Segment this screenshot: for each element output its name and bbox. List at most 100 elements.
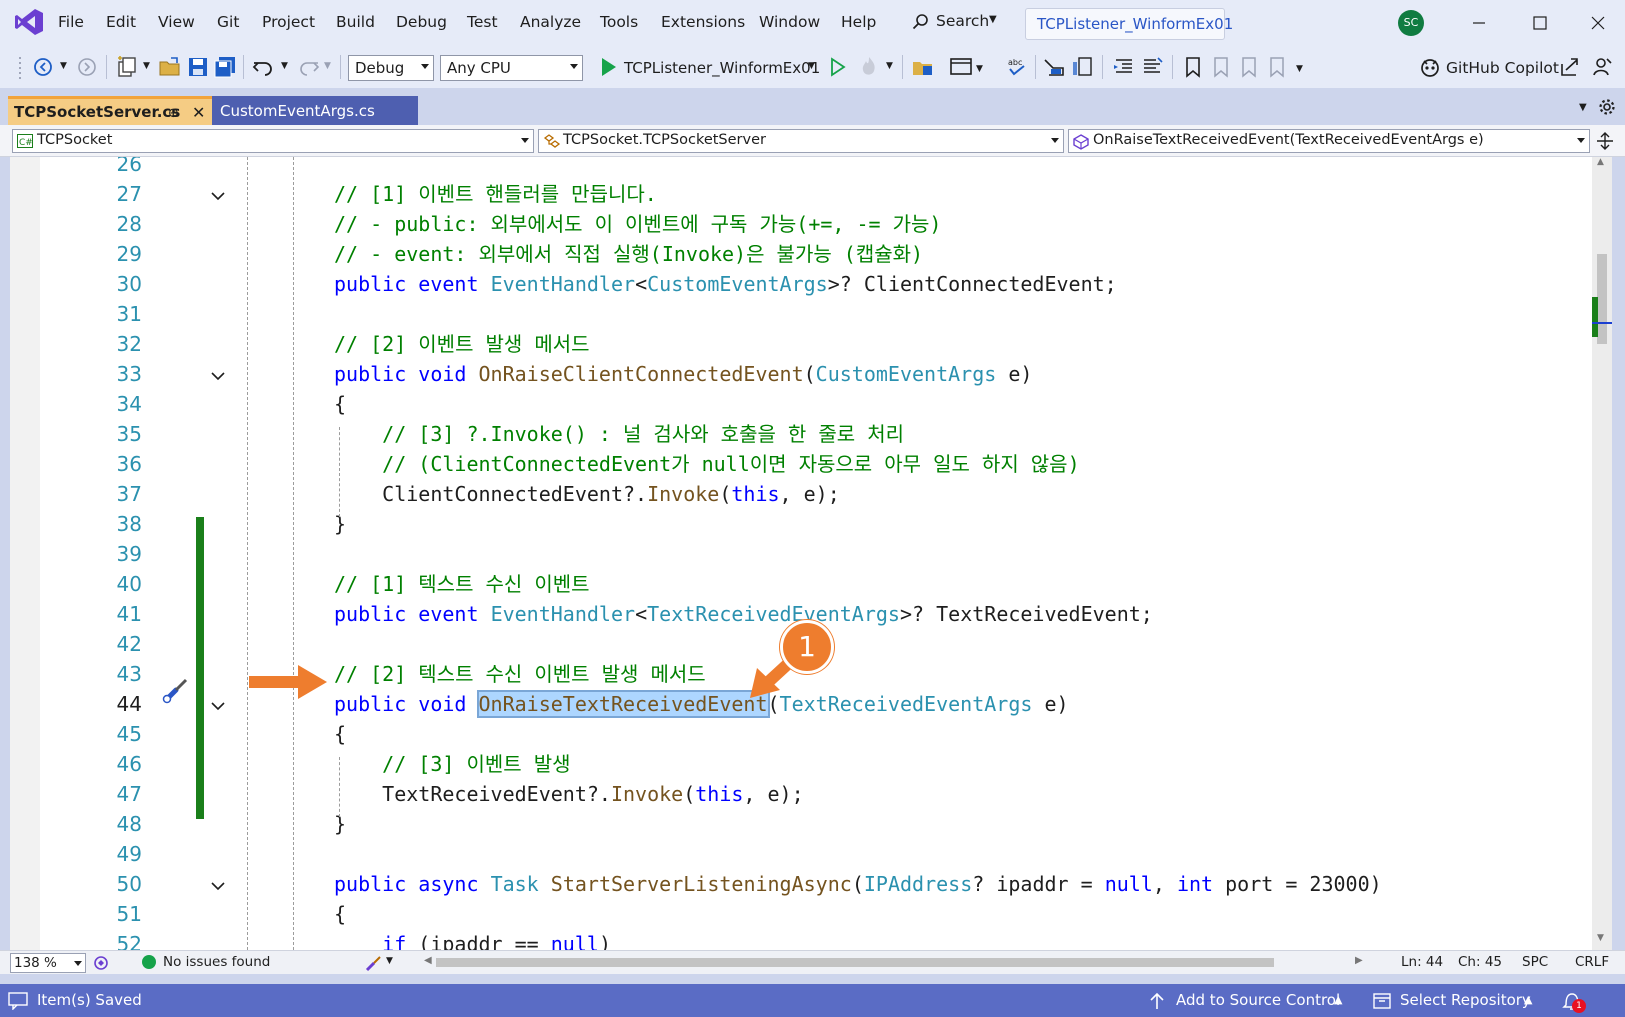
start-without-debugging-icon[interactable] [824, 54, 850, 80]
clear-bookmarks-icon[interactable] [1264, 54, 1290, 80]
feedback-icon[interactable] [1589, 54, 1615, 80]
search-button[interactable]: Search ▼ [910, 11, 1010, 35]
code-line[interactable]: } [334, 509, 346, 539]
line-ending-indicator[interactable]: CRLF [1575, 954, 1609, 970]
vertical-scrollbar[interactable]: ▲ ▼ [1592, 157, 1612, 950]
line-number[interactable]: 27 [70, 182, 142, 206]
code-line[interactable]: public async Task StartServerListeningAs… [334, 869, 1382, 899]
line-number[interactable]: 44 [70, 692, 142, 716]
menu-tools[interactable]: Tools [600, 13, 638, 31]
line-number[interactable]: 38 [70, 512, 142, 536]
line-number[interactable]: 28 [70, 212, 142, 236]
menu-file[interactable]: File [58, 13, 84, 31]
code-line[interactable]: // [1] 텍스트 수신 이벤트 [334, 569, 590, 599]
scroll-down-icon[interactable]: ▼ [1597, 933, 1604, 943]
browser-link-icon[interactable] [948, 54, 974, 80]
code-line[interactable]: // - public: 외부에서도 이 이벤트에 구독 가능(+=, -= 가… [334, 209, 941, 239]
menu-edit[interactable]: Edit [106, 13, 136, 31]
whitespace-indicator[interactable]: SPC [1522, 954, 1548, 970]
tab-customeventargs[interactable]: CustomEventArgs.cs [212, 96, 418, 125]
tab-tcpsocketserver[interactable]: TCPSocketServer.cs ⊕ ✕ [8, 96, 212, 125]
step-into-icon[interactable] [1041, 54, 1067, 80]
chevron-up-icon[interactable]: ▲ [1334, 993, 1342, 1006]
save-icon[interactable] [185, 54, 211, 80]
line-number[interactable]: 29 [70, 242, 142, 266]
line-number[interactable]: 43 [70, 662, 142, 686]
new-project-icon[interactable] [114, 54, 140, 80]
line-number[interactable]: 26 [70, 157, 142, 176]
menu-analyze[interactable]: Analyze [520, 13, 581, 31]
toolbar-overflow-icon[interactable]: ▼ [1296, 64, 1303, 74]
decrease-indent-icon[interactable] [1110, 54, 1136, 80]
collapse-chevron-icon[interactable] [211, 191, 225, 201]
code-line[interactable]: { [334, 899, 346, 929]
open-folder-icon[interactable] [157, 54, 183, 80]
undo-dropdown-icon[interactable]: ▼ [281, 61, 288, 71]
gear-icon[interactable] [1598, 98, 1616, 116]
collapse-chevron-icon[interactable] [211, 371, 225, 381]
navigate-forward-icon[interactable] [74, 54, 100, 80]
code-line[interactable]: ClientConnectedEvent?.Invoke(this, e); [334, 479, 840, 509]
code-line[interactable]: if (ipaddr == null) [334, 929, 611, 950]
back-dropdown-icon[interactable]: ▼ [60, 61, 67, 71]
start-target-dropdown-icon[interactable]: ▼ [808, 61, 815, 71]
collapse-chevron-icon[interactable] [211, 881, 225, 891]
member-dropdown[interactable]: OnRaiseTextReceivedEvent(TextReceivedEve… [1068, 129, 1590, 153]
undo-icon[interactable] [250, 54, 276, 80]
save-all-icon[interactable] [212, 54, 238, 80]
line-number[interactable]: 37 [70, 482, 142, 506]
layout-dropdown-icon[interactable]: ▼ [976, 64, 983, 74]
menu-extensions[interactable]: Extensions [661, 13, 745, 31]
previous-bookmark-icon[interactable] [1208, 54, 1234, 80]
horizontal-scrollbar-thumb[interactable] [436, 958, 1274, 967]
line-number[interactable]: 45 [70, 722, 142, 746]
quick-actions-icon[interactable] [160, 674, 192, 706]
navigate-back-icon[interactable] [30, 54, 56, 80]
menu-help[interactable]: Help [841, 13, 876, 31]
code-line[interactable]: // [3] ?.Invoke() : 널 검사와 호출을 한 줄로 처리 [334, 419, 904, 449]
line-number[interactable]: 52 [70, 932, 142, 950]
code-cleanup-dropdown-icon[interactable]: ▼ [386, 956, 393, 966]
line-number[interactable]: 31 [70, 302, 142, 326]
pin-icon[interactable]: ⊕ [168, 106, 179, 121]
solution-explorer-icon[interactable] [910, 54, 936, 80]
line-number[interactable]: 48 [70, 812, 142, 836]
avatar[interactable]: SC [1398, 10, 1424, 36]
line-number[interactable]: 46 [70, 752, 142, 776]
line-number[interactable]: 40 [70, 572, 142, 596]
line-number[interactable]: 41 [70, 602, 142, 626]
new-dropdown-icon[interactable]: ▼ [143, 61, 150, 71]
code-line[interactable]: { [334, 719, 346, 749]
menu-test[interactable]: Test [467, 13, 498, 31]
solution-configuration-select[interactable]: Debug [348, 55, 434, 81]
line-number[interactable]: 35 [70, 422, 142, 446]
collapse-chevron-icon[interactable] [211, 701, 225, 711]
line-number[interactable]: 36 [70, 452, 142, 476]
redo-dropdown-icon[interactable]: ▼ [324, 61, 331, 71]
column-indicator[interactable]: Ch: 45 [1458, 954, 1502, 970]
code-line[interactable]: public void OnRaiseClientConnectedEvent(… [334, 359, 1032, 389]
redo-icon[interactable] [296, 54, 322, 80]
line-number[interactable]: 39 [70, 542, 142, 566]
code-line[interactable]: // [3] 이벤트 발생 [334, 749, 570, 779]
menu-project[interactable]: Project [262, 13, 315, 31]
line-number[interactable]: 42 [70, 632, 142, 656]
menu-view[interactable]: View [158, 13, 195, 31]
code-line[interactable]: // [2] 텍스트 수신 이벤트 발생 메서드 [334, 659, 706, 689]
line-number[interactable]: 33 [70, 362, 142, 386]
maximize-icon[interactable] [1525, 8, 1555, 38]
code-line[interactable]: public event EventHandler<TextReceivedEv… [334, 599, 1153, 629]
scroll-up-icon[interactable]: ▲ [1597, 157, 1604, 167]
minimize-icon[interactable] [1464, 8, 1494, 38]
hot-reload-icon[interactable] [856, 54, 882, 80]
share-icon[interactable] [1557, 54, 1583, 80]
code-line[interactable]: } [334, 809, 346, 839]
scrollbar-thumb[interactable] [1597, 254, 1607, 344]
line-number-indicator[interactable]: Ln: 44 [1401, 954, 1443, 970]
code-cleanup-icon[interactable] [364, 953, 384, 973]
line-number[interactable]: 47 [70, 782, 142, 806]
hot-reload-dropdown-icon[interactable]: ▼ [886, 61, 893, 71]
menu-git[interactable]: Git [217, 13, 239, 31]
menu-debug[interactable]: Debug [396, 13, 447, 31]
line-number[interactable]: 51 [70, 902, 142, 926]
